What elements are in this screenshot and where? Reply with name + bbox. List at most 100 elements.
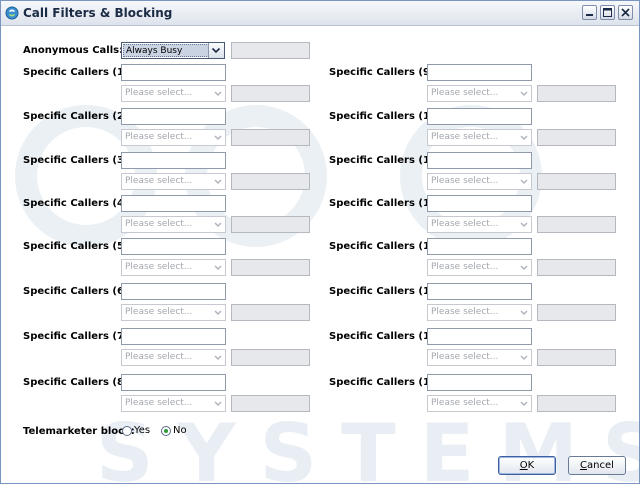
specific-callers-15-select-placeholder: Please select... (431, 352, 499, 362)
specific-callers-10-input[interactable] (427, 108, 532, 125)
specific-callers-5-extra-field (231, 259, 310, 276)
chevron-down-icon (214, 310, 222, 316)
specific-callers-9-select-placeholder: Please select... (431, 88, 499, 98)
minimize-button[interactable] (582, 5, 597, 20)
close-button[interactable] (618, 5, 633, 20)
dialog-window: Call Filters & Blocking SYSTEMS Specific… (0, 0, 640, 484)
specific-callers-12-input[interactable] (427, 195, 532, 212)
anonymous-calls-label: Anonymous Calls: (23, 45, 124, 56)
specific-callers-11-select-placeholder: Please select... (431, 176, 499, 186)
chevron-down-icon (214, 355, 222, 361)
specific-callers-10-select-placeholder: Please select... (431, 132, 499, 142)
specific-callers-14-select-placeholder: Please select... (431, 307, 499, 317)
chevron-down-icon (520, 135, 528, 141)
specific-callers-12-select[interactable]: Please select... (427, 216, 532, 233)
anonymous-calls-value: Always Busy (123, 44, 209, 57)
watermark-text: SYSTEMS (96, 407, 639, 483)
title-bar[interactable]: Call Filters & Blocking (1, 1, 639, 26)
specific-callers-13-extra-field (537, 259, 616, 276)
specific-callers-1-input[interactable] (121, 64, 226, 81)
specific-callers-14-extra-field (537, 304, 616, 321)
chevron-down-icon (520, 265, 528, 271)
specific-callers-8-select[interactable]: Please select... (121, 395, 226, 412)
specific-callers-6-extra-field (231, 304, 310, 321)
chevron-down-icon (214, 91, 222, 97)
dialog-content: SYSTEMS Specific Callers (1): Please sele… (1, 26, 639, 483)
specific-callers-3-select-placeholder: Please select... (125, 176, 193, 186)
chevron-down-icon (214, 179, 222, 185)
specific-callers-3-extra-field (231, 173, 310, 190)
specific-callers-16-select[interactable]: Please select... (427, 395, 532, 412)
window-title: Call Filters & Blocking (23, 6, 173, 20)
specific-callers-9-label: Specific Callers (9): (329, 67, 439, 78)
specific-callers-14-input[interactable] (427, 283, 532, 300)
specific-callers-4-input[interactable] (121, 195, 226, 212)
specific-callers-13-select[interactable]: Please select... (427, 259, 532, 276)
specific-callers-4-select[interactable]: Please select... (121, 216, 226, 233)
specific-callers-9-select[interactable]: Please select... (427, 85, 532, 102)
specific-callers-8-select-placeholder: Please select... (125, 398, 193, 408)
specific-callers-5-label: Specific Callers (5): (23, 241, 133, 252)
specific-callers-2-label: Specific Callers (2): (23, 111, 133, 122)
telemarketer-yes-label[interactable]: Yes (134, 425, 150, 436)
ok-button-mnemonic: O (519, 460, 528, 471)
anonymous-calls-dropdown-button[interactable] (208, 43, 224, 58)
specific-callers-13-input[interactable] (427, 238, 532, 255)
specific-callers-14-select[interactable]: Please select... (427, 304, 532, 321)
specific-callers-7-input[interactable] (121, 328, 226, 345)
specific-callers-12-extra-field (537, 216, 616, 233)
specific-callers-7-select-placeholder: Please select... (125, 352, 193, 362)
specific-callers-2-select-placeholder: Please select... (125, 132, 193, 142)
specific-callers-16-select-placeholder: Please select... (431, 398, 499, 408)
cancel-button-label: ancel (587, 460, 614, 471)
telemarketer-yes-radio[interactable] (122, 426, 132, 436)
specific-callers-1-select[interactable]: Please select... (121, 85, 226, 102)
specific-callers-6-label: Specific Callers (6): (23, 286, 133, 297)
telemarketer-label: Telemarketer block: (23, 426, 135, 437)
chevron-down-icon (520, 91, 528, 97)
specific-callers-8-label: Specific Callers (8): (23, 377, 133, 388)
specific-callers-6-input[interactable] (121, 283, 226, 300)
specific-callers-5-select[interactable]: Please select... (121, 259, 226, 276)
maximize-icon (603, 8, 612, 17)
specific-callers-9-extra-field (537, 85, 616, 102)
specific-callers-7-extra-field (231, 349, 310, 366)
specific-callers-16-input[interactable] (427, 374, 532, 391)
specific-callers-5-input[interactable] (121, 238, 226, 255)
telemarketer-no-radio[interactable] (161, 426, 171, 436)
chevron-down-icon (520, 179, 528, 185)
chevron-down-icon (214, 135, 222, 141)
specific-callers-3-label: Specific Callers (3): (23, 155, 133, 166)
specific-callers-3-input[interactable] (121, 152, 226, 169)
phone-app-icon (5, 6, 19, 20)
specific-callers-11-input[interactable] (427, 152, 532, 169)
chevron-down-icon (520, 222, 528, 228)
specific-callers-7-select[interactable]: Please select... (121, 349, 226, 366)
specific-callers-6-select[interactable]: Please select... (121, 304, 226, 321)
specific-callers-5-select-placeholder: Please select... (125, 262, 193, 272)
specific-callers-16-extra-field (537, 395, 616, 412)
specific-callers-15-select[interactable]: Please select... (427, 349, 532, 366)
telemarketer-no-label[interactable]: No (173, 425, 187, 436)
chevron-down-icon (520, 355, 528, 361)
specific-callers-2-extra-field (231, 129, 310, 146)
specific-callers-2-select[interactable]: Please select... (121, 129, 226, 146)
anonymous-calls-extra-field (231, 42, 310, 59)
specific-callers-4-select-placeholder: Please select... (125, 219, 193, 229)
specific-callers-11-select[interactable]: Please select... (427, 173, 532, 190)
specific-callers-15-input[interactable] (427, 328, 532, 345)
specific-callers-4-label: Specific Callers (4): (23, 198, 133, 209)
specific-callers-3-select[interactable]: Please select... (121, 173, 226, 190)
specific-callers-9-input[interactable] (427, 64, 532, 81)
cancel-button[interactable]: Cancel (568, 456, 626, 475)
specific-callers-10-select[interactable]: Please select... (427, 129, 532, 146)
anonymous-calls-select[interactable]: Always Busy (121, 42, 225, 59)
specific-callers-1-select-placeholder: Please select... (125, 88, 193, 98)
maximize-button[interactable] (600, 5, 615, 20)
ok-button[interactable]: OK (498, 456, 556, 475)
ok-button-label: K (527, 460, 535, 471)
chevron-down-icon (211, 47, 221, 54)
specific-callers-2-input[interactable] (121, 108, 226, 125)
specific-callers-6-select-placeholder: Please select... (125, 307, 193, 317)
specific-callers-8-input[interactable] (121, 374, 226, 391)
